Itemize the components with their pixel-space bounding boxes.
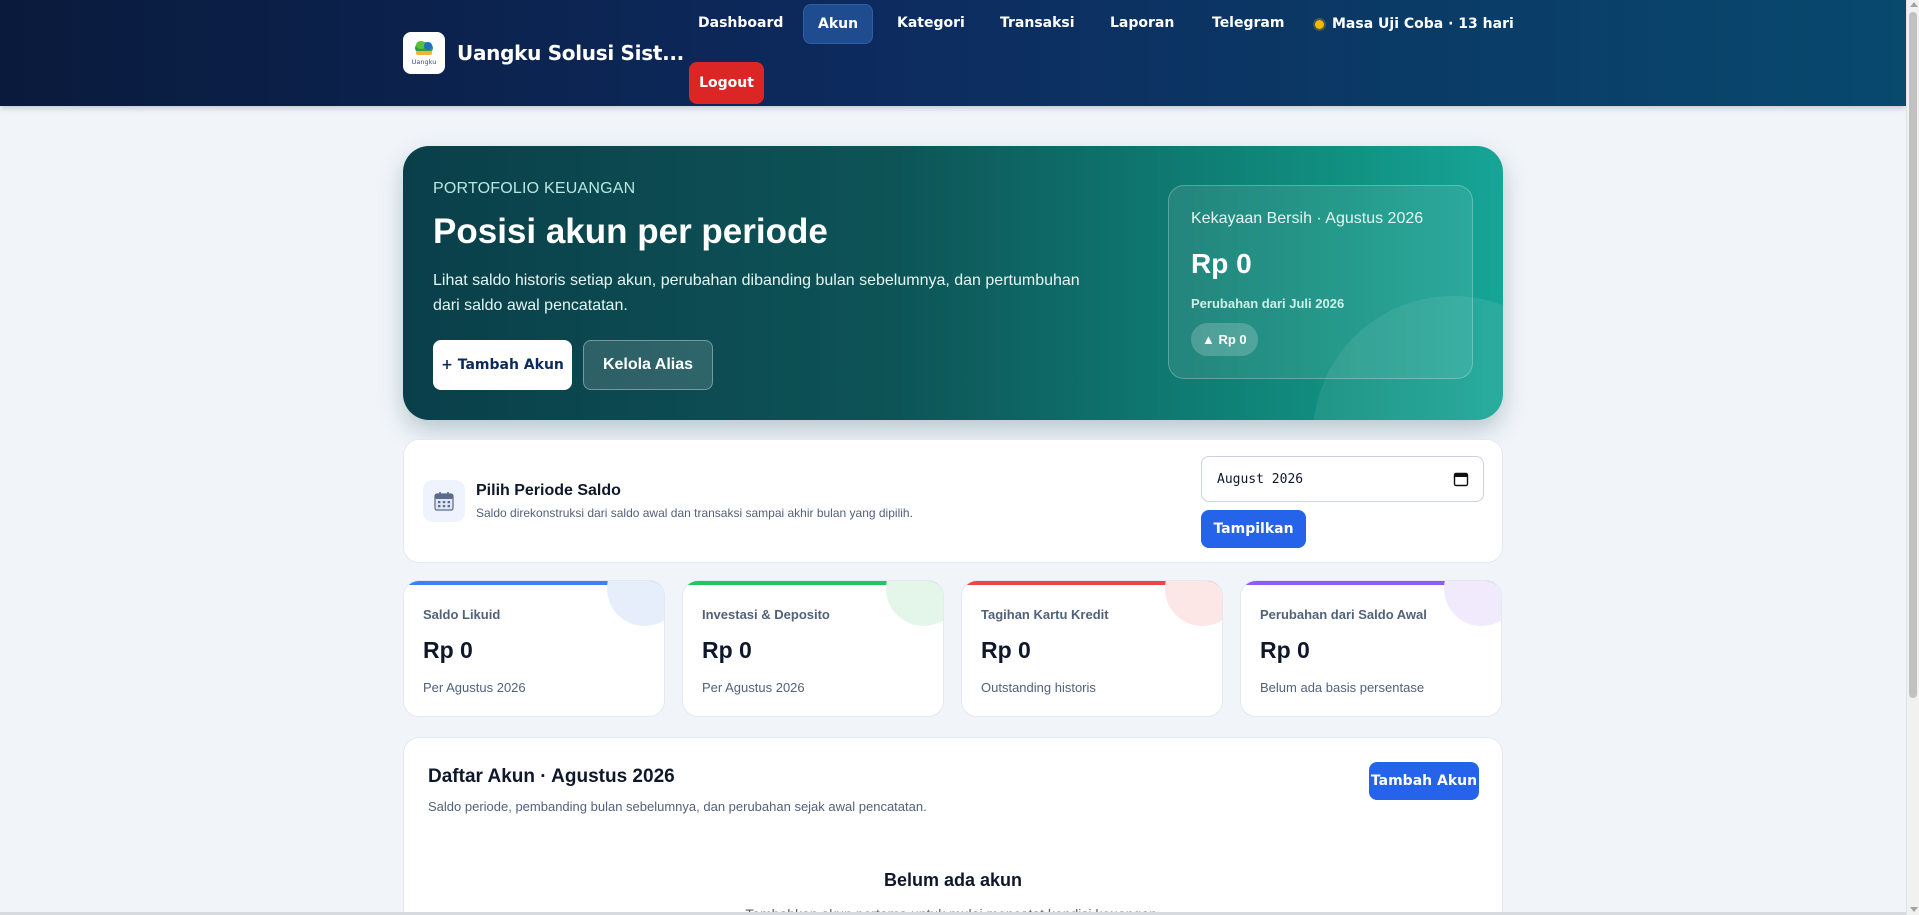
stat-note: Per Agustus 2026	[702, 680, 805, 695]
stat-value: Rp 0	[981, 637, 1031, 663]
decorative-circle	[607, 581, 664, 626]
net-worth-change-badge: ▲ Rp 0	[1191, 323, 1258, 356]
net-worth-value: Rp 0	[1191, 248, 1252, 279]
decorative-circle	[1165, 581, 1222, 626]
stat-label: Perubahan dari Saldo Awal	[1260, 607, 1427, 622]
hero-eyebrow: PORTOFOLIO KEUANGAN	[433, 180, 636, 197]
nav-kategori[interactable]: Kategori	[883, 4, 979, 44]
net-worth-change-label: Perubahan dari Juli 2026	[1191, 296, 1345, 311]
month-input[interactable]: August 2026	[1201, 456, 1484, 502]
scroll-up-icon[interactable]	[1910, 2, 1918, 7]
status-dot-icon	[1315, 19, 1324, 29]
scrollbar-thumb[interactable]	[1909, 12, 1917, 698]
portfolio-hero: PORTOFOLIO KEUANGAN Posisi akun per peri…	[403, 146, 1503, 420]
month-input-value: August 2026	[1217, 471, 1304, 487]
stat-note: Outstanding historis	[981, 680, 1096, 695]
accounts-list-card: Daftar Akun · Agustus 2026 Saldo periode…	[403, 737, 1503, 915]
trial-status: Masa Uji Coba · 13 hari	[1315, 4, 1514, 44]
add-account-button-secondary[interactable]: Tambah Akun	[1369, 762, 1479, 800]
calendar-icon	[423, 480, 465, 522]
stat-card-liquid: Saldo Likuid Rp 0 Per Agustus 2026	[403, 580, 665, 717]
calendar-picker-icon[interactable]	[1453, 471, 1469, 487]
stat-value: Rp 0	[423, 637, 473, 663]
show-button[interactable]: Tampilkan	[1201, 510, 1306, 548]
accounts-title: Daftar Akun · Agustus 2026	[428, 766, 675, 787]
decorative-circle	[1444, 581, 1501, 626]
stat-card-credit: Tagihan Kartu Kredit Rp 0 Outstanding hi…	[961, 580, 1223, 717]
empty-state-title: Belum ada akun	[883, 870, 1023, 890]
top-navbar: Uangku Uangku Solusi Sist... Dashboard A…	[0, 0, 1906, 106]
nav-telegram[interactable]: Telegram	[1198, 4, 1298, 44]
period-picker-card: Pilih Periode Saldo Saldo direkonstruksi…	[403, 439, 1503, 563]
vertical-scrollbar[interactable]	[1906, 0, 1919, 915]
period-subtitle: Saldo direkonstruksi dari saldo awal dan…	[476, 506, 913, 520]
brand[interactable]: Uangku Uangku Solusi Sist...	[403, 32, 684, 74]
trial-status-text: Masa Uji Coba · 13 hari	[1332, 16, 1514, 32]
nav-dashboard[interactable]: Dashboard	[684, 4, 797, 44]
net-worth-card: Kekayaan Bersih · Agustus 2026 Rp 0 Peru…	[1168, 185, 1473, 379]
page-title: Posisi akun per periode	[433, 212, 828, 251]
net-worth-label: Kekayaan Bersih · Agustus 2026	[1191, 210, 1424, 227]
hero-description: Lihat saldo historis setiap akun, peruba…	[433, 272, 1080, 314]
stat-card-change: Perubahan dari Saldo Awal Rp 0 Belum ada…	[1240, 580, 1502, 717]
stat-note: Belum ada basis persentase	[1260, 680, 1425, 695]
decorative-circle	[886, 581, 943, 626]
stat-label: Saldo Likuid	[423, 607, 501, 622]
stat-value: Rp 0	[1260, 637, 1310, 663]
nav-laporan[interactable]: Laporan	[1096, 4, 1188, 44]
nav-akun[interactable]: Akun	[803, 4, 874, 44]
stat-label: Investasi & Deposito	[702, 607, 830, 622]
stat-label: Tagihan Kartu Kredit	[981, 607, 1109, 622]
brand-logo-icon: Uangku	[403, 32, 445, 74]
scroll-down-icon[interactable]	[1910, 907, 1918, 912]
accounts-subtitle: Saldo periode, pembanding bulan sebelumn…	[428, 799, 927, 814]
stat-note: Per Agustus 2026	[423, 680, 526, 695]
nav-transaksi[interactable]: Transaksi	[986, 4, 1089, 44]
brand-logo-text: Uangku	[412, 58, 437, 66]
stat-value: Rp 0	[702, 637, 752, 663]
add-account-button[interactable]: + Tambah Akun	[433, 340, 572, 390]
manage-alias-button[interactable]: Kelola Alias	[583, 340, 713, 390]
stat-card-investment: Investasi & Deposito Rp 0 Per Agustus 20…	[682, 580, 944, 717]
period-title: Pilih Periode Saldo	[476, 482, 621, 499]
brand-name: Uangku Solusi Sist...	[457, 41, 684, 65]
logout-button[interactable]: Logout	[689, 62, 764, 104]
